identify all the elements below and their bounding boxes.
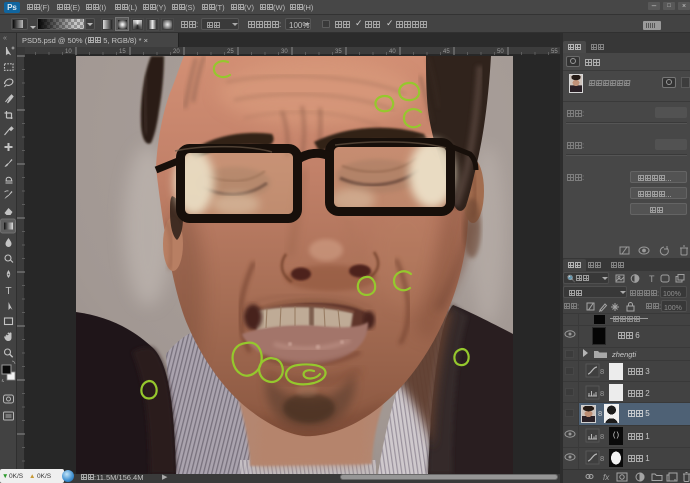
svg-text:T: T xyxy=(649,274,655,284)
svg-text:fx: fx xyxy=(603,473,610,482)
svg-text:«: « xyxy=(3,35,7,42)
svg-text:T: T xyxy=(5,286,11,297)
